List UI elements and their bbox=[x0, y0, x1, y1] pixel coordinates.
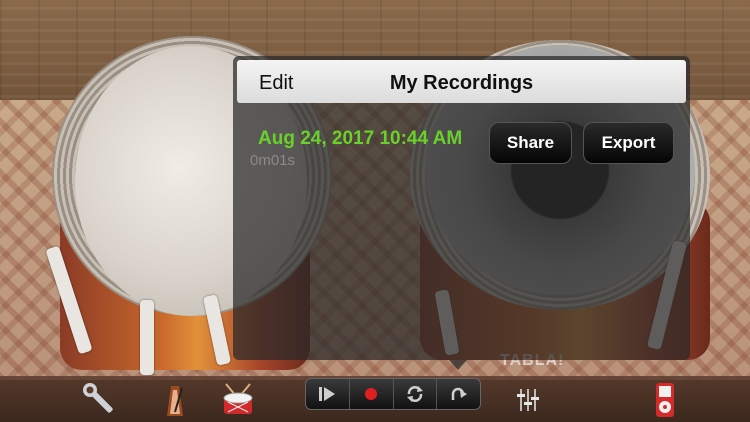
wrench-icon[interactable] bbox=[80, 380, 120, 420]
left-drum-strap bbox=[140, 300, 154, 375]
record-icon[interactable] bbox=[350, 379, 394, 409]
metronome-icon[interactable] bbox=[155, 380, 195, 420]
ipod-icon[interactable] bbox=[645, 380, 685, 420]
transport-controls bbox=[305, 378, 481, 410]
recording-duration: 0m01s bbox=[250, 152, 296, 169]
edit-button[interactable]: Edit bbox=[259, 72, 293, 95]
share-button[interactable]: Share bbox=[489, 122, 572, 164]
recording-date[interactable]: Aug 24, 2017 10:44 AM bbox=[258, 128, 462, 150]
export-button[interactable]: Export bbox=[583, 122, 674, 164]
panel-title: My Recordings bbox=[389, 72, 534, 94]
drum-icon[interactable] bbox=[218, 380, 258, 420]
redo-icon[interactable] bbox=[437, 379, 480, 409]
panel-pointer bbox=[449, 360, 467, 370]
mixer-icon[interactable] bbox=[508, 380, 548, 420]
recordings-panel: Edit My Recordings Aug 24, 2017 10:44 AM… bbox=[233, 56, 690, 360]
panel-header: Edit My Recordings bbox=[237, 60, 686, 103]
play-icon[interactable] bbox=[306, 379, 350, 409]
loop-icon[interactable] bbox=[394, 379, 438, 409]
